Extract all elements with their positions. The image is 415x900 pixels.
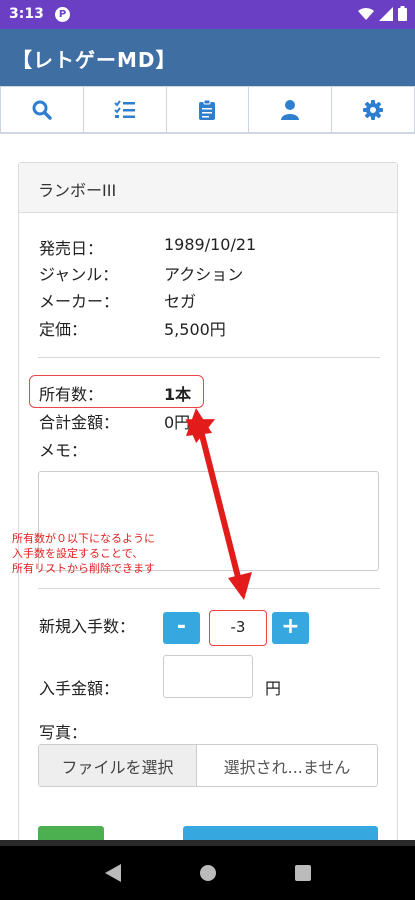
signal-icon xyxy=(379,6,393,21)
new-qty-input[interactable]: -3 xyxy=(209,610,267,646)
user-icon xyxy=(281,99,300,120)
status-time: 3:13 xyxy=(9,6,44,22)
home-icon[interactable] xyxy=(199,864,217,882)
settings-button[interactable] xyxy=(332,86,415,133)
notification-app-icon: P xyxy=(55,7,70,22)
owned-label: 所有数： xyxy=(39,385,104,404)
toolbar xyxy=(0,86,415,134)
annotation-note: 所有数が０以下になるように 入手数を設定することで、 所有リストから削除できます xyxy=(12,531,222,576)
release-date-value: 1989/10/21 xyxy=(164,235,257,254)
acquire-price-label: 入手金額： xyxy=(39,679,120,698)
release-date-row: 発売日： 1989/10/21 xyxy=(19,235,379,258)
photo-file-picker: ファイルを選択 選択され...ません xyxy=(38,744,378,787)
system-nav-bar xyxy=(0,840,415,900)
recents-icon[interactable] xyxy=(294,865,311,881)
status-bar: 3:13 P xyxy=(0,0,415,29)
app-header: 【レトゲーMD】 xyxy=(0,29,415,86)
owned-value: 1本 xyxy=(164,385,192,404)
yen-unit: 円 xyxy=(265,679,282,698)
photo-row: 写真： xyxy=(19,719,159,742)
annotation-line: 所有リストから削除できます xyxy=(12,562,155,575)
gear-icon xyxy=(363,99,384,120)
blue-action-button[interactable] xyxy=(183,826,378,840)
app-title: 【レトゲーMD】 xyxy=(12,48,177,72)
total-row: 合計金額： 0円 xyxy=(19,409,379,432)
back-icon[interactable] xyxy=(104,864,121,882)
decrement-button[interactable]: - xyxy=(163,612,200,644)
acquire-price-input[interactable] xyxy=(163,655,253,698)
photo-label: 写真： xyxy=(39,723,88,742)
genre-row: ジャンル： アクション xyxy=(19,261,379,284)
file-status: 選択され...ません xyxy=(223,757,351,777)
choose-file-button[interactable]: ファイルを選択 xyxy=(39,745,197,786)
status-indicators xyxy=(358,6,407,21)
annotation-line: 入手数を設定することで、 xyxy=(12,547,144,560)
memo-row: メモ： xyxy=(19,437,379,460)
game-title: ランボーIII xyxy=(19,163,397,213)
total-value: 0円 xyxy=(164,413,191,432)
checklist-icon xyxy=(113,99,135,118)
new-qty-label: 新規入手数： xyxy=(39,617,136,636)
battery-icon xyxy=(398,6,407,21)
owned-row: 所有数： 1本 xyxy=(19,381,379,404)
price-row: 定価： 5,500円 xyxy=(19,316,379,339)
divider xyxy=(38,357,380,358)
genre-value: アクション xyxy=(164,265,244,284)
total-label: 合計金額： xyxy=(39,413,120,432)
wifi-icon xyxy=(358,7,374,20)
increment-button[interactable]: + xyxy=(272,612,309,644)
acquire-price-row: 入手金額： xyxy=(19,675,159,698)
new-qty-row: 新規入手数： xyxy=(19,613,159,636)
maker-row: メーカー： セガ xyxy=(19,288,379,311)
list-price-value: 5,500円 xyxy=(164,320,226,339)
search-icon xyxy=(32,100,52,120)
maker-label: メーカー： xyxy=(39,292,120,311)
genre-label: ジャンル： xyxy=(39,265,119,284)
search-button[interactable] xyxy=(0,86,84,133)
release-date-label: 発売日： xyxy=(39,239,104,258)
clipboard-button[interactable] xyxy=(166,86,250,133)
green-action-button[interactable] xyxy=(38,826,104,840)
memo-label: メモ： xyxy=(39,441,88,460)
list-button[interactable] xyxy=(83,86,167,133)
list-price-label: 定価： xyxy=(39,320,88,339)
annotation-line: 所有数が０以下になるように xyxy=(12,532,155,545)
clipboard-icon xyxy=(199,99,216,120)
user-button[interactable] xyxy=(249,86,333,133)
divider xyxy=(38,588,380,589)
maker-value: セガ xyxy=(164,292,197,311)
